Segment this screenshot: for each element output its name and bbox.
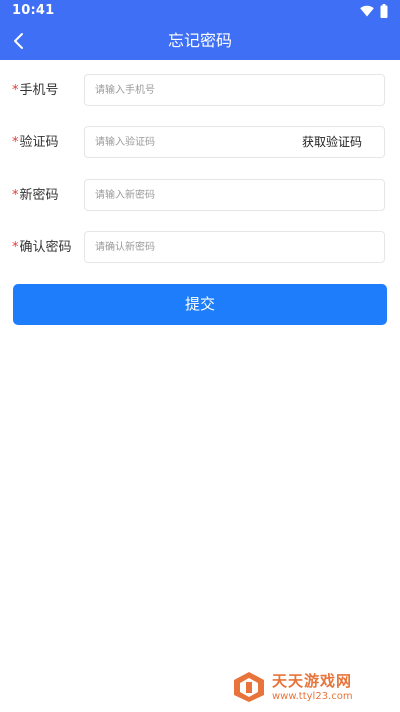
new-password-label-text: 新密码	[19, 188, 59, 203]
confirm-password-field-box	[84, 231, 385, 263]
phone-label-text: 手机号	[19, 83, 59, 98]
phone-label: *手机号	[12, 82, 59, 100]
watermark-url: www.ttyl23.com	[272, 691, 353, 702]
watermark-title: 天天游戏网	[272, 672, 353, 690]
verification-code-input[interactable]	[95, 127, 295, 157]
phone-row: *手机号	[0, 74, 400, 108]
required-mark: *	[12, 240, 19, 255]
code-field-box: 获取验证码	[84, 126, 385, 158]
confirm-password-label-text: 确认密码	[19, 240, 72, 255]
new-password-label: *新密码	[12, 187, 59, 205]
code-row: *验证码 获取验证码	[0, 126, 400, 160]
required-mark: *	[12, 83, 19, 98]
wifi-icon	[360, 5, 374, 17]
status-bar: 10:41	[0, 0, 400, 22]
app-header: 10:41 忘记密码	[0, 0, 400, 60]
new-password-field-box	[84, 179, 385, 211]
submit-button[interactable]: 提交	[13, 284, 387, 325]
watermark: 天天游戏网 www.ttyl23.com	[232, 669, 382, 705]
code-label-text: 验证码	[19, 135, 59, 150]
phone-field-box	[84, 74, 385, 106]
watermark-logo-icon	[232, 671, 266, 707]
confirm-password-input[interactable]	[95, 232, 295, 262]
page-title: 忘记密码	[167, 31, 232, 50]
confirm-password-row: *确认密码	[0, 231, 400, 265]
battery-icon	[380, 4, 388, 18]
confirm-password-label: *确认密码	[12, 239, 72, 257]
navbar: 忘记密码	[0, 22, 400, 60]
status-icons	[360, 4, 388, 18]
phone-input[interactable]	[95, 75, 295, 105]
new-password-row: *新密码	[0, 179, 400, 213]
status-time: 10:41	[12, 3, 55, 18]
code-label: *验证码	[12, 134, 59, 152]
required-mark: *	[12, 188, 19, 203]
required-mark: *	[12, 135, 19, 150]
new-password-input[interactable]	[95, 180, 295, 210]
get-code-button[interactable]: 获取验证码	[302, 134, 362, 150]
